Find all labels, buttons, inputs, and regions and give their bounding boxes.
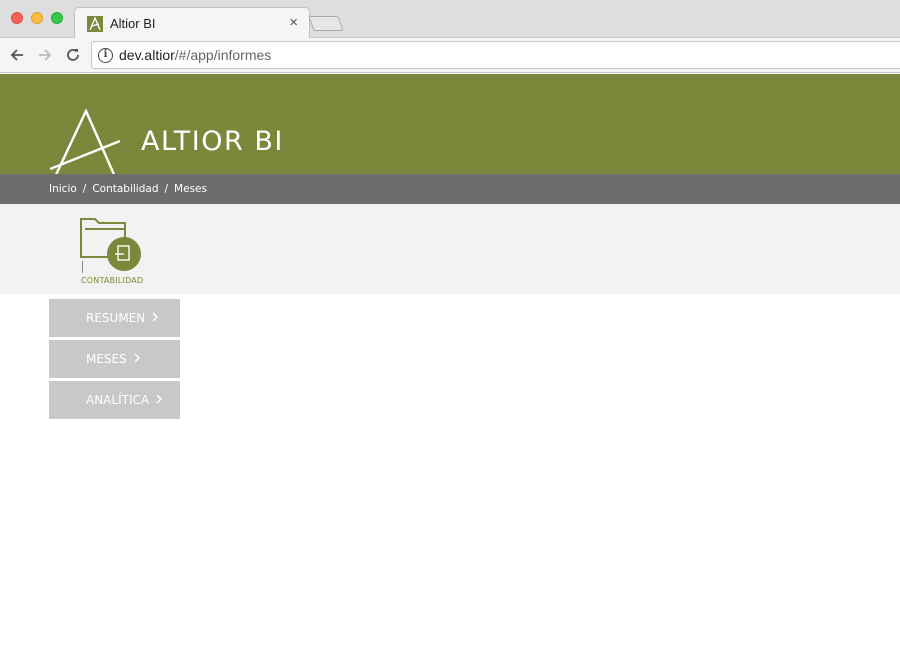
reload-icon[interactable]: [62, 44, 84, 66]
browser-tab-active[interactable]: Altior BI ×: [74, 7, 310, 38]
chevron-right-icon: [151, 311, 159, 325]
report-menu: RESUMEN MESES ANALÍTICA: [49, 299, 180, 422]
menu-item-analitica[interactable]: ANALÍTICA: [49, 381, 180, 419]
arrow-right-icon[interactable]: [34, 44, 56, 66]
chevron-right-icon: [133, 352, 141, 366]
module-contabilidad[interactable]: CONTABILIDAD: [79, 215, 145, 293]
brand-title: ALTIOR BI: [141, 126, 284, 157]
tab-close-icon[interactable]: ×: [289, 14, 298, 31]
address-bar[interactable]: i dev.altior/#/app/informes: [91, 41, 900, 69]
browser-tab-strip: Altior BI ×: [0, 0, 900, 38]
module-bar: CONTABILIDAD: [0, 204, 900, 294]
maximize-window-button[interactable]: [51, 12, 63, 24]
info-icon[interactable]: i: [98, 48, 113, 63]
minimize-window-button[interactable]: [31, 12, 43, 24]
breadcrumb-item-meses: Meses: [174, 183, 207, 195]
new-tab-button[interactable]: [308, 16, 344, 31]
arrow-left-icon[interactable]: [6, 44, 28, 66]
breadcrumb-separator: /: [82, 183, 87, 195]
menu-item-meses[interactable]: MESES: [49, 340, 180, 378]
altior-favicon-icon: [87, 16, 103, 32]
breadcrumb-item-inicio[interactable]: Inicio: [49, 183, 77, 195]
text-cursor: [82, 261, 83, 273]
breadcrumb: Inicio / Contabilidad / Meses: [0, 174, 900, 204]
browser-toolbar: i dev.altior/#/app/informes: [0, 38, 900, 73]
altior-logo-icon[interactable]: [49, 108, 125, 174]
tab-title: Altior BI: [110, 16, 156, 31]
module-label: CONTABILIDAD: [81, 276, 144, 285]
chevron-right-icon: [155, 393, 163, 407]
app-header: ALTIOR BI: [0, 74, 900, 174]
url-text: dev.altior/#/app/informes: [119, 47, 272, 63]
breadcrumb-item-contabilidad[interactable]: Contabilidad: [92, 183, 158, 195]
menu-item-resumen[interactable]: RESUMEN: [49, 299, 180, 337]
breadcrumb-separator: /: [164, 183, 169, 195]
close-window-button[interactable]: [11, 12, 23, 24]
